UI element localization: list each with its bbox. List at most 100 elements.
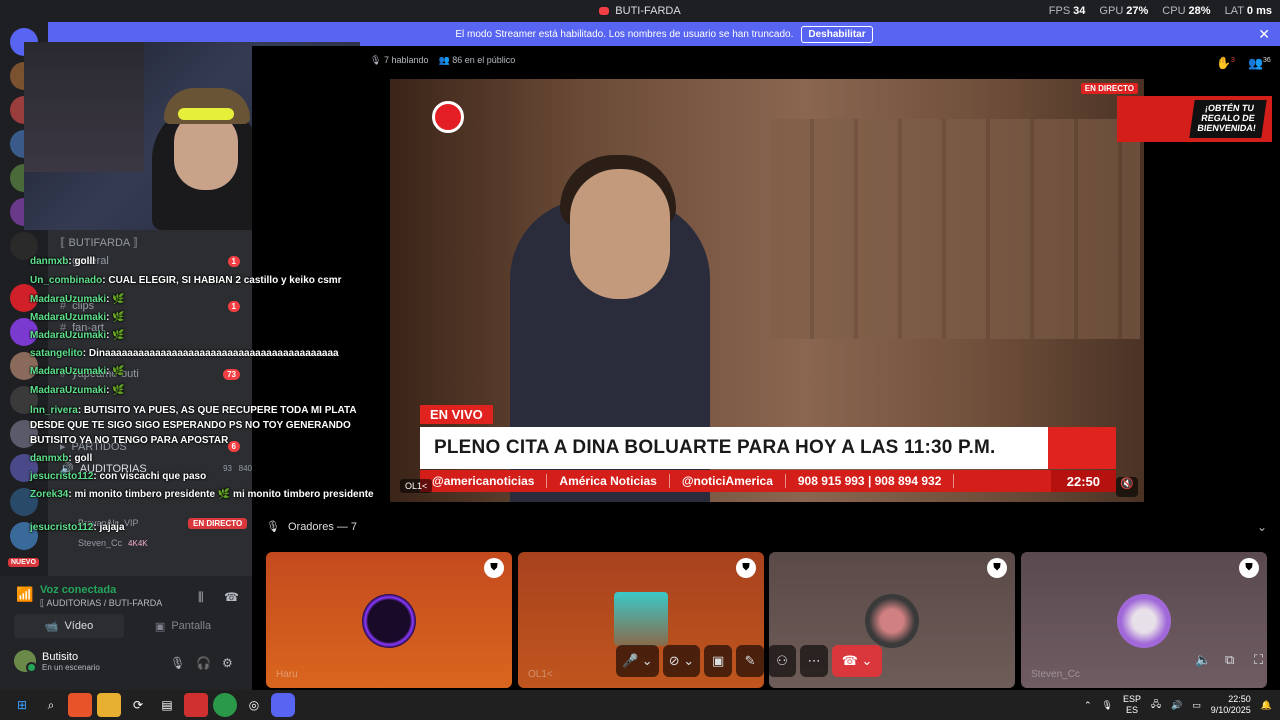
discord-window: BUTI-FARDA FPS 34 GPU 27% CPU 28% LAT 0 ms E… [0, 0, 1280, 720]
notification-icon[interactable]: 🔔 [1261, 700, 1272, 711]
taskbar: ⊞ ⌕ ⟳ ▤ ◎ ⌃ 🎙 ESP ES 🖧 🔊 ▭ 22:50 9/10/2025… [0, 690, 1280, 720]
speaker-avatar [1117, 594, 1171, 648]
speaker-avatar [614, 592, 668, 646]
app-icon[interactable]: ◎ [242, 693, 266, 717]
chrome-icon[interactable] [213, 693, 237, 717]
speaker-tile[interactable]: ⛊ Haru [266, 552, 512, 688]
banner-text: El modo Streamer está habilitado. Los no… [455, 28, 794, 40]
avatar[interactable] [14, 650, 37, 673]
stream-video[interactable]: EN DIRECTO EN VIVO PLENO CITA A DINA BOL… [390, 79, 1144, 502]
new-badge: NUEVO [8, 558, 39, 567]
ticker-facebook: América Noticias [547, 474, 670, 488]
soundboard-icon[interactable]: ⫼ [198, 590, 204, 605]
camera-off-icon[interactable]: ⊘ ⌄ [662, 645, 701, 677]
live-badge: EN DIRECTO [188, 518, 248, 529]
people-icon[interactable]: 👥36 [1248, 56, 1271, 70]
raise-hand-icon[interactable]: ✋3 [1216, 56, 1235, 70]
fullscreen-icon[interactable]: ⛶ [1254, 652, 1263, 668]
screen-button[interactable]: ▣ Pantalla [128, 614, 238, 638]
screen-share-icon[interactable]: ▣ [704, 645, 733, 677]
activity-icon[interactable]: ✎ [736, 645, 765, 677]
voice-channel[interactable]: ⟦ AUDITORIAS / BUTI-FARDA [40, 598, 162, 609]
discord-icon[interactable] [271, 693, 295, 717]
speaker-avatar [362, 594, 416, 648]
browser-icon[interactable] [68, 693, 92, 717]
stat-lat: LAT 0 ms [1224, 5, 1272, 17]
disconnect-icon[interactable]: ☎ [224, 590, 239, 604]
network-icon[interactable]: 🖧 [1151, 697, 1161, 713]
app-icon[interactable]: ⟳ [126, 693, 150, 717]
language-indicator[interactable]: ESP ES [1123, 694, 1141, 716]
streamer-glasses [178, 108, 234, 120]
gear-icon[interactable]: ⚙ [222, 656, 233, 670]
chat-message: MadaraUzumaki: 🌿 [30, 366, 125, 377]
shelf [24, 42, 144, 172]
more-icon[interactable]: ⋯ [800, 645, 829, 677]
stat-gpu: GPU 27% [1099, 5, 1149, 17]
chat-message: jesucristo112: con viscachi que paso [30, 471, 207, 482]
live-indicator: EN DIRECTO [1080, 83, 1138, 94]
chat-message: Un_combinado: CUAL ELEGIR, SI HABIAN 2 c… [30, 275, 342, 286]
voice-status[interactable]: Voz conectada [40, 584, 116, 596]
background-wall [770, 119, 1140, 339]
moderator-icon: ⛊ [987, 558, 1007, 578]
chevron-down-icon[interactable]: ⌄ [1257, 520, 1267, 534]
news-ticker: @americanoticias América Noticias @notic… [420, 470, 1116, 492]
headphones-icon[interactable]: 🎧 [196, 656, 211, 670]
voice-panel: 📶 Voz conectada ⟦ AUDITORIAS / BUTI-FARD… [0, 576, 252, 690]
folder-icon[interactable] [97, 693, 121, 717]
speaker-avatar [865, 594, 919, 648]
moderator-icon: ⛊ [1239, 558, 1259, 578]
volume-icon[interactable]: 🔊 [1171, 700, 1182, 711]
streamer-tag: OL1< [400, 479, 433, 493]
chat-message: satangelito: Dinaaaaaaaaaaaaaaaaaaaaaaaa… [30, 348, 339, 359]
user-panel[interactable]: Butisito En un escenario [14, 650, 100, 673]
ticker-instagram: @americanoticias [420, 474, 548, 488]
speaking-count: 🎙 7 hablando [370, 55, 429, 65]
channel-logo-icon [432, 101, 464, 133]
ticker-whatsapp: 908 915 993 | 908 894 932 [786, 474, 955, 488]
popout-icon[interactable]: ⧉ [1225, 652, 1234, 668]
search-icon[interactable]: ⌕ [39, 693, 63, 717]
stat-cpu: CPU 28% [1162, 5, 1211, 17]
chat-message: Zorek34: mi monito timbero presidente 🌿 … [30, 489, 374, 500]
start-icon[interactable]: ⊞ [10, 693, 34, 717]
app-logo-icon [599, 7, 610, 15]
mute-icon[interactable]: 🔇 [1116, 477, 1138, 497]
disconnect-button[interactable]: ☎ ⌄ [832, 645, 883, 677]
video-button[interactable]: 📹 Vídeo [14, 614, 124, 638]
disable-streamer-button[interactable]: Deshabilitar [801, 25, 873, 43]
title-bar: BUTI-FARDA FPS 34 GPU 27% CPU 28% LAT 0 ms [0, 0, 1280, 22]
speakers-header[interactable]: 🎙 Oradores — 7 [266, 520, 357, 534]
window-title: BUTI-FARDA [615, 5, 681, 17]
ticker-x: @noticiAmerica [670, 474, 786, 488]
promo-banner[interactable]: ¡OBTÉN TU REGALO DE BIENVENIDA! [1117, 96, 1272, 142]
microphone-icon[interactable]: 🎤 ⌄ [616, 645, 659, 677]
chat-message: MadaraUzumaki: 🌿 [30, 385, 125, 396]
close-icon[interactable]: ✕ [1258, 26, 1270, 43]
person-face [570, 169, 670, 299]
user-status: En un escenario [42, 662, 100, 672]
microphone-icon[interactable]: 🎙 [170, 656, 185, 670]
battery-icon[interactable]: ▭ [1192, 700, 1201, 711]
clock[interactable]: 22:50 9/10/2025 [1211, 694, 1251, 716]
category-header[interactable]: ⟦ BUTIFARDA ⟧ [60, 236, 246, 249]
moderator-icon: ⛊ [736, 558, 756, 578]
volume-mute-icon[interactable]: 🔈 [1195, 652, 1211, 668]
system-tray: ⌃ 🎙 ESP ES 🖧 🔊 ▭ 22:50 9/10/2025 🔔 [1084, 690, 1272, 720]
app-icon[interactable]: ▤ [155, 693, 179, 717]
perf-stats: FPS 34 GPU 27% CPU 28% LAT 0 ms [1049, 0, 1272, 22]
app-icon[interactable] [184, 693, 208, 717]
chat-message: MadaraUzumaki: 🌿 [30, 330, 125, 341]
invite-icon[interactable]: ⚇ [768, 645, 797, 677]
moderator-icon: ⛊ [484, 558, 504, 578]
audience-count: 👥 86 en el público [438, 55, 516, 65]
username: Butisito [42, 650, 79, 663]
news-logo-box [1048, 427, 1116, 469]
microphone-icon[interactable]: 🎙 [1102, 700, 1113, 711]
en-vivo-tag: EN VIVO [420, 405, 493, 424]
voice-member[interactable]: Steven_Cc 4K4K [78, 538, 264, 548]
chat-message: jesucristo112: jajaja [30, 522, 125, 533]
signal-icon: 📶 [16, 586, 34, 602]
chevron-up-icon[interactable]: ⌃ [1084, 700, 1092, 711]
